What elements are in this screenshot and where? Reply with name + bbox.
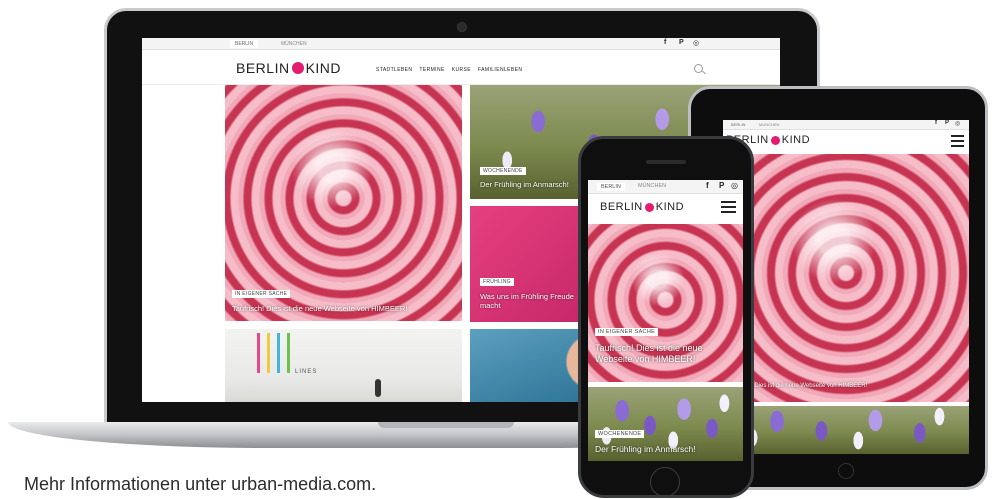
top-bar: BERLIN MÜNCHEN f P ◎ <box>142 38 780 50</box>
phone-screen: BERLIN MÜNCHEN f P ◎ BERLIN KIND IN EIGE… <box>588 180 743 461</box>
spring-article-tag: WOCHENENDE <box>480 167 526 175</box>
laptop-notch <box>378 422 514 428</box>
tablet-facebook-icon[interactable]: f <box>935 120 937 126</box>
gallery-sign: LINES <box>295 369 318 375</box>
phone-top-bar: BERLIN MÜNCHEN f P ◎ <box>588 180 743 194</box>
facebook-icon[interactable]: f <box>664 39 666 46</box>
logo-text-left: BERLIN <box>236 60 290 76</box>
tablet-screen: BERLIN MÜNCHEN f P ◎ BERLIN KIND Taufris… <box>723 120 969 454</box>
tablet-spring-image[interactable] <box>723 406 969 454</box>
city-tab-berlin[interactable]: BERLIN <box>230 40 259 48</box>
phone-logo[interactable]: BERLIN KIND <box>600 201 684 213</box>
pinterest-icon[interactable]: P <box>679 39 684 46</box>
tablet-city-tab-muenchen[interactable]: MÜNCHEN <box>759 122 779 127</box>
tablet-logo-right: KIND <box>781 134 811 146</box>
phone-logo-left: BERLIN <box>600 201 643 213</box>
phone-instagram-icon[interactable]: ◎ <box>731 181 738 190</box>
phone-speaker <box>646 160 686 164</box>
phone-spring-title[interactable]: Der Frühling im Anmarsch! <box>595 445 735 454</box>
phone-logo-right: KIND <box>655 201 685 213</box>
phone-city-tab-berlin[interactable]: BERLIN <box>597 183 625 191</box>
nav-stadtleben[interactable]: STADTLEBEN <box>376 67 412 73</box>
tablet-pinterest-icon[interactable]: P <box>945 120 949 126</box>
tablet-top-bar: BERLIN MÜNCHEN f P ◎ <box>723 120 969 130</box>
fruehling-article-tag: FRÜHLING <box>480 278 514 286</box>
lead-article-tag: IN EIGENER SACHE <box>232 290 291 298</box>
tablet-instagram-icon[interactable]: ◎ <box>955 120 960 127</box>
logo-dot <box>291 62 304 74</box>
tablet-lead-image[interactable] <box>723 154 969 402</box>
phone-spring-tag: WOCHENENDE <box>595 430 645 438</box>
phone-city-tab-muenchen[interactable]: MÜNCHEN <box>638 183 666 189</box>
tablet-logo-dot <box>770 135 780 145</box>
phone-lead-tag: IN EIGENER SACHE <box>595 328 659 336</box>
logo-text-right: KIND <box>305 60 342 76</box>
phone-facebook-icon[interactable]: f <box>706 181 709 190</box>
phone-home-button[interactable] <box>650 467 680 497</box>
phone-logo-dot <box>644 202 654 212</box>
gallery-stripe-green <box>287 333 290 373</box>
search-icon-handle <box>702 70 706 75</box>
tablet-city-tab-berlin[interactable]: BERLIN <box>731 122 745 127</box>
laptop-camera <box>457 22 467 32</box>
nav-kurse[interactable]: KURSE <box>452 67 471 73</box>
site-logo[interactable]: BERLIN KIND <box>236 60 341 76</box>
gallery-stripe-pink <box>257 333 260 373</box>
tablet-home-button[interactable] <box>838 463 854 479</box>
main-nav: STADTLEBEN TERMINE KURSE FAMILIENLEBEN <box>376 67 529 73</box>
gallery-stripe-cyan <box>277 333 280 373</box>
nav-familienleben[interactable]: FAMILIENLEBEN <box>478 67 522 73</box>
gallery-article-image[interactable]: LINES <box>225 329 462 402</box>
phone-menu-icon[interactable] <box>721 198 736 216</box>
gallery-figure <box>375 379 381 397</box>
lead-article-image[interactable] <box>225 85 462 321</box>
fruehling-article-title[interactable]: Was uns im Frühling Freude macht <box>480 292 580 310</box>
tablet-menu-icon[interactable] <box>951 132 964 150</box>
info-link[interactable]: Mehr Informationen unter urban-media.com… <box>24 474 376 495</box>
phone-lead-title[interactable]: Taufrisch! Dies ist die neue Webseite vo… <box>595 343 725 365</box>
lead-article-title[interactable]: Taufrisch! Dies ist die neue Webseite vo… <box>232 304 457 313</box>
instagram-icon[interactable]: ◎ <box>693 39 699 47</box>
phone-pinterest-icon[interactable]: P <box>719 181 724 190</box>
nav-termine[interactable]: TERMINE <box>419 67 444 73</box>
tablet-lead-title[interactable]: Taufrisch! Dies ist die neue Webseite vo… <box>727 382 967 391</box>
gallery-stripe-yellow <box>267 333 270 373</box>
city-tab-muenchen[interactable]: MÜNCHEN <box>278 40 310 48</box>
